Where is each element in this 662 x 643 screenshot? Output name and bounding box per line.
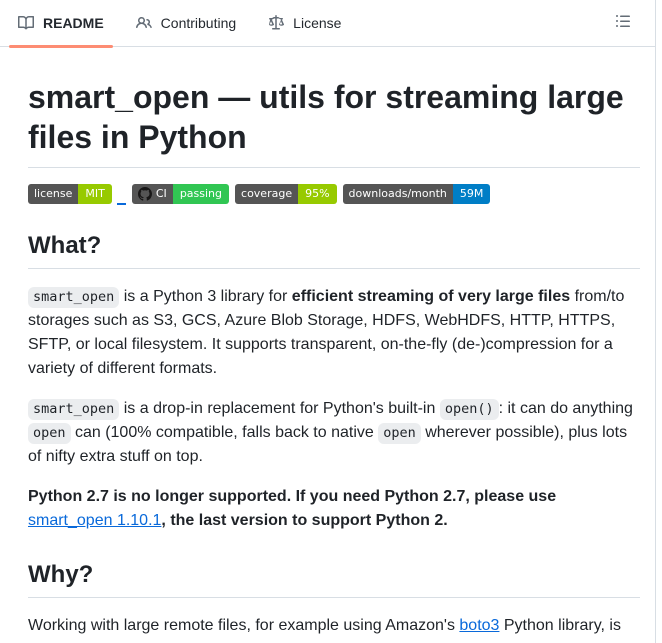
badges-row: license MIT CI passing coverage 95% downloads/… [28, 183, 640, 205]
badge-ci[interactable]: CI passing [131, 183, 230, 204]
link-underline-artifact [116, 202, 126, 205]
tabbar-spacer [351, 0, 605, 46]
tab-label: License [293, 15, 342, 31]
badge-label-text: downloads/month [348, 186, 447, 200]
badge-label: CI [131, 183, 173, 204]
page-title: smart_open — utils for streaming large f… [28, 77, 640, 168]
book-icon [18, 15, 34, 31]
text-link[interactable]: smart_open 1.10.1 [28, 512, 161, 529]
text-run: is a Python 3 library for [119, 287, 292, 305]
inline-code: open [28, 422, 71, 444]
paragraph: smart_open is a Python 3 library for eff… [28, 285, 640, 381]
outline-button[interactable] [605, 0, 641, 46]
inline-code: smart_open [28, 398, 120, 420]
inline-code: smart_open [28, 286, 120, 308]
paragraph: smart_open is a drop-in replacement for … [28, 397, 640, 469]
paragraph: Python 2.7 is no longer supported. If yo… [28, 485, 640, 533]
badge-label-text: coverage [241, 186, 293, 200]
github-logo-icon [137, 186, 152, 201]
badge-label-text: license [34, 186, 73, 200]
inline-code: open() [439, 398, 499, 420]
text-run: Python library, is [499, 616, 621, 634]
paragraph: Working with large remote files, for exa… [28, 614, 640, 638]
badge-value: 59M [452, 183, 491, 204]
badge-label: coverage [235, 183, 299, 204]
text-run: : it can do anything [498, 399, 633, 417]
file-tabbar: README Contributing License [0, 0, 655, 48]
bold-text: efficient streaming of very large files [291, 287, 571, 305]
badge-value: MIT [78, 183, 112, 204]
badge-coverage[interactable]: coverage 95% [235, 183, 337, 204]
text-run: is a drop-in replacement for Python's bu… [119, 399, 440, 417]
badge-value: passing [172, 183, 230, 204]
badge-downloads-month[interactable]: downloads/month 59M [342, 183, 491, 204]
readme-card: README Contributing License smart_open — u… [0, 0, 656, 643]
section-heading-why: Why? [28, 560, 640, 598]
markdown-body: smart_open — utils for streaming large f… [0, 47, 655, 638]
badge-label: license [28, 183, 79, 204]
list-unordered-icon [615, 13, 631, 34]
section-heading-what: What? [28, 231, 640, 269]
tab-readme[interactable]: README [8, 0, 114, 48]
badge-license[interactable]: license MIT [28, 183, 112, 204]
tab-label: README [43, 15, 104, 31]
bold-text: , the last version to support Python 2. [161, 511, 448, 529]
readme-page: README Contributing License smart_open — u… [0, 0, 662, 643]
law-icon [268, 15, 285, 31]
inline-code: open [378, 422, 421, 444]
text-link[interactable]: boto3 [459, 617, 499, 634]
tab-license[interactable]: License [258, 0, 351, 46]
sections-container: What? smart_open is a Python 3 library fo… [28, 231, 640, 638]
badge-label-text: CI [155, 186, 167, 200]
bold-text: Python 2.7 is no longer supported. If yo… [28, 487, 557, 505]
people-icon [135, 15, 152, 31]
text-run: Working with large remote files, for exa… [28, 616, 460, 634]
text-run: can (100% compatible, falls back to nati… [70, 423, 379, 441]
tab-contributing[interactable]: Contributing [126, 0, 247, 46]
badge-value: 95% [298, 183, 337, 204]
tab-label: Contributing [160, 15, 237, 31]
badge-label: downloads/month [342, 183, 453, 204]
